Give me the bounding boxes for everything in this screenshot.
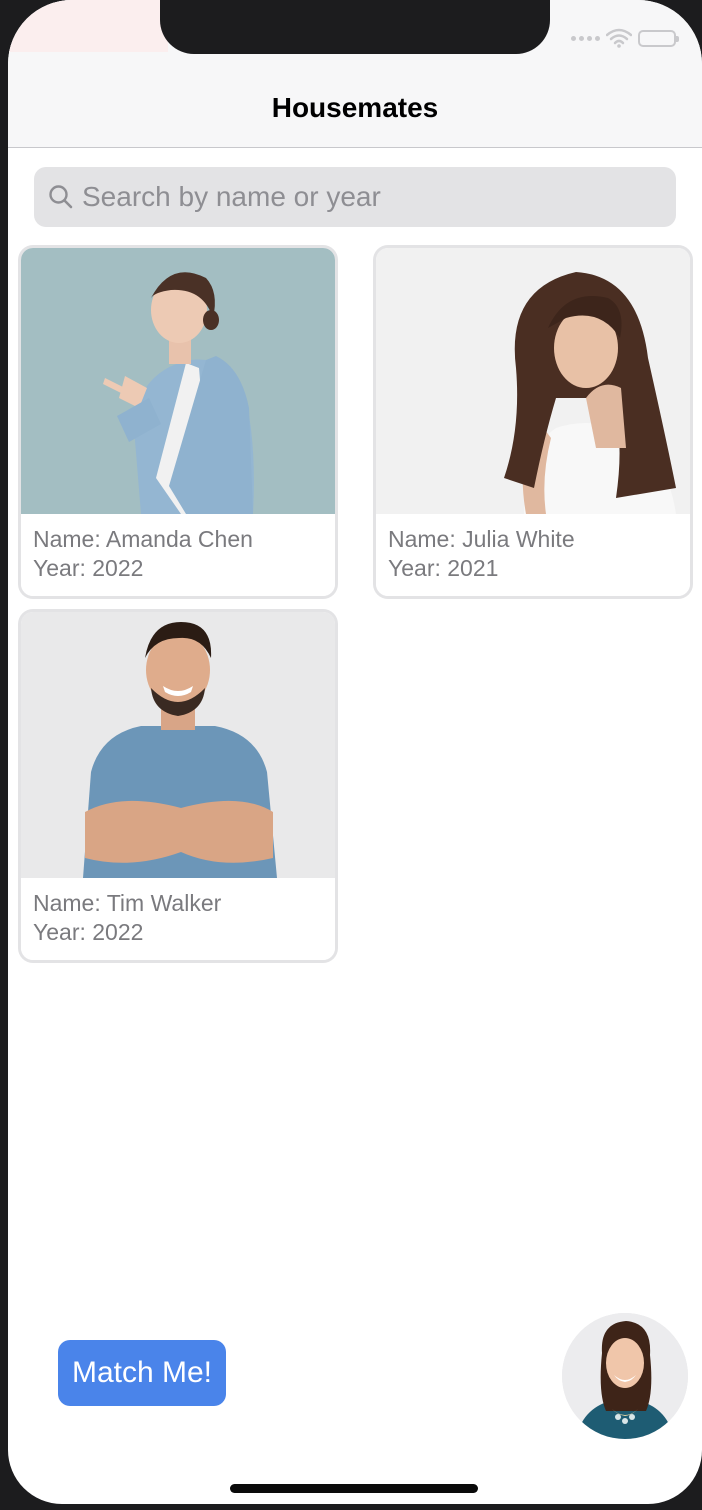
home-indicator[interactable] xyxy=(230,1484,478,1493)
housemate-card[interactable]: Name: Julia White Year: 2021 xyxy=(376,248,690,596)
page-title: Housemates xyxy=(271,92,439,123)
housemate-info: Name: Amanda Chen Year: 2022 xyxy=(21,514,335,596)
avatar[interactable] xyxy=(562,1313,688,1439)
signal-icon xyxy=(571,35,600,41)
housemate-photo xyxy=(21,248,335,514)
housemate-photo xyxy=(21,612,335,878)
housemate-card[interactable]: Name: Tim Walker Year: 2022 xyxy=(21,612,335,960)
navigation-bar: Housemates xyxy=(8,56,702,148)
search-bar[interactable] xyxy=(34,167,676,227)
battery-icon xyxy=(638,29,679,47)
match-me-button[interactable]: Match Me! xyxy=(58,1340,226,1406)
app-screen: Housemates Search by name or year Name: … xyxy=(8,0,702,1504)
device-notch xyxy=(160,0,550,54)
housemate-card[interactable]: Name: Amanda Chen Year: 2022 xyxy=(21,248,335,596)
search-input[interactable] xyxy=(82,177,662,217)
housemate-photo xyxy=(376,248,690,514)
housemate-year: Year: 2022 xyxy=(33,555,144,581)
housemate-year: Year: 2021 xyxy=(388,555,499,581)
device-frame: Housemates Search by name or year Name: … xyxy=(0,0,702,1510)
housemate-name: Name: Amanda Chen xyxy=(33,526,253,552)
search-icon xyxy=(49,185,73,209)
status-bar-tint xyxy=(8,0,168,52)
wifi-icon xyxy=(606,28,632,48)
housemate-year: Year: 2022 xyxy=(33,919,144,945)
housemate-info: Name: Julia White Year: 2021 xyxy=(376,514,690,596)
housemate-info: Name: Tim Walker Year: 2022 xyxy=(21,878,335,960)
housemate-name: Name: Tim Walker xyxy=(33,890,222,916)
housemate-name: Name: Julia White xyxy=(388,526,575,552)
status-indicators xyxy=(571,28,679,48)
